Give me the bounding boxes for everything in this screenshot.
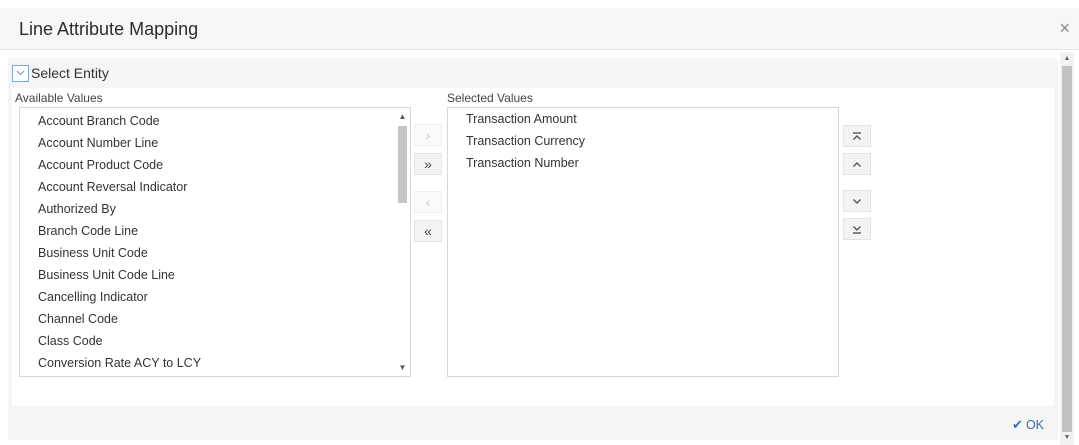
ok-button[interactable]: ✔ OK — [1012, 417, 1044, 433]
move-all-right-button[interactable]: » — [414, 153, 442, 175]
move-to-top-button[interactable] — [843, 125, 871, 147]
move-to-bottom-button[interactable] — [843, 218, 871, 240]
selected-values-list[interactable]: Transaction Amount Transaction Currency … — [447, 107, 839, 377]
move-up-button[interactable] — [843, 153, 871, 175]
list-item[interactable]: Authorized By — [20, 198, 410, 220]
list-item[interactable]: Channel Code — [20, 308, 410, 330]
available-list-scrollbar[interactable]: ▲ ▼ — [395, 108, 410, 376]
scroll-down-icon[interactable]: ▼ — [395, 361, 410, 374]
dialog-scrollbar[interactable]: ▲ ▼ — [1060, 52, 1074, 445]
list-item[interactable]: Business Unit Code Line — [20, 264, 410, 286]
available-values-list[interactable]: Account Branch Code Account Number Line … — [19, 107, 411, 377]
list-item[interactable]: Conversion Rate ACY to LCY — [20, 352, 410, 374]
move-right-button[interactable]: › — [414, 124, 442, 146]
scrollbar-thumb[interactable] — [1062, 66, 1072, 432]
move-down-button[interactable] — [843, 190, 871, 212]
list-item[interactable]: Branch Code Line — [20, 220, 410, 242]
list-item[interactable]: Transaction Number — [448, 152, 838, 174]
list-item[interactable]: Account Branch Code — [20, 110, 410, 132]
dialog-body: Select Entity Available Values Selected … — [8, 58, 1058, 440]
scroll-down-icon[interactable]: ▼ — [1060, 432, 1074, 444]
available-values-label: Available Values — [15, 91, 103, 105]
ok-label: OK — [1025, 418, 1044, 432]
list-item[interactable]: Transaction Amount — [448, 108, 838, 130]
move-left-button[interactable]: ‹ — [414, 191, 442, 213]
move-bottom-icon — [853, 225, 861, 234]
select-entity-row[interactable]: Select Entity — [12, 62, 109, 84]
list-item[interactable]: Class Code — [20, 330, 410, 352]
scroll-up-icon[interactable]: ▲ — [1060, 53, 1074, 65]
list-item[interactable]: Account Product Code — [20, 154, 410, 176]
dialog-footer: ✔ OK — [8, 408, 1058, 440]
dialog-title: Line Attribute Mapping — [19, 19, 199, 39]
selected-values-label: Selected Values — [447, 91, 533, 105]
close-icon[interactable]: × — [1059, 19, 1070, 37]
list-item[interactable]: Business Unit Code — [20, 242, 410, 264]
line-attribute-mapping-dialog: Line Attribute Mapping × Select Entity A… — [0, 0, 1079, 445]
dialog-header: Line Attribute Mapping × — [0, 8, 1079, 50]
move-top-icon — [853, 131, 861, 140]
chevron-up-icon — [853, 161, 861, 167]
list-item[interactable]: Transaction Currency — [448, 130, 838, 152]
list-item[interactable]: Account Number Line — [20, 132, 410, 154]
check-icon: ✔ — [1012, 417, 1023, 432]
chevron-down-icon[interactable] — [12, 64, 29, 82]
list-item[interactable]: Cancelling Indicator — [20, 286, 410, 308]
move-all-left-button[interactable]: « — [414, 220, 442, 242]
scroll-up-icon[interactable]: ▲ — [395, 110, 410, 123]
select-entity-label: Select Entity — [31, 65, 109, 81]
chevron-down-icon — [853, 198, 861, 204]
list-item[interactable]: Account Reversal Indicator — [20, 176, 410, 198]
scrollbar-thumb[interactable] — [398, 126, 407, 203]
